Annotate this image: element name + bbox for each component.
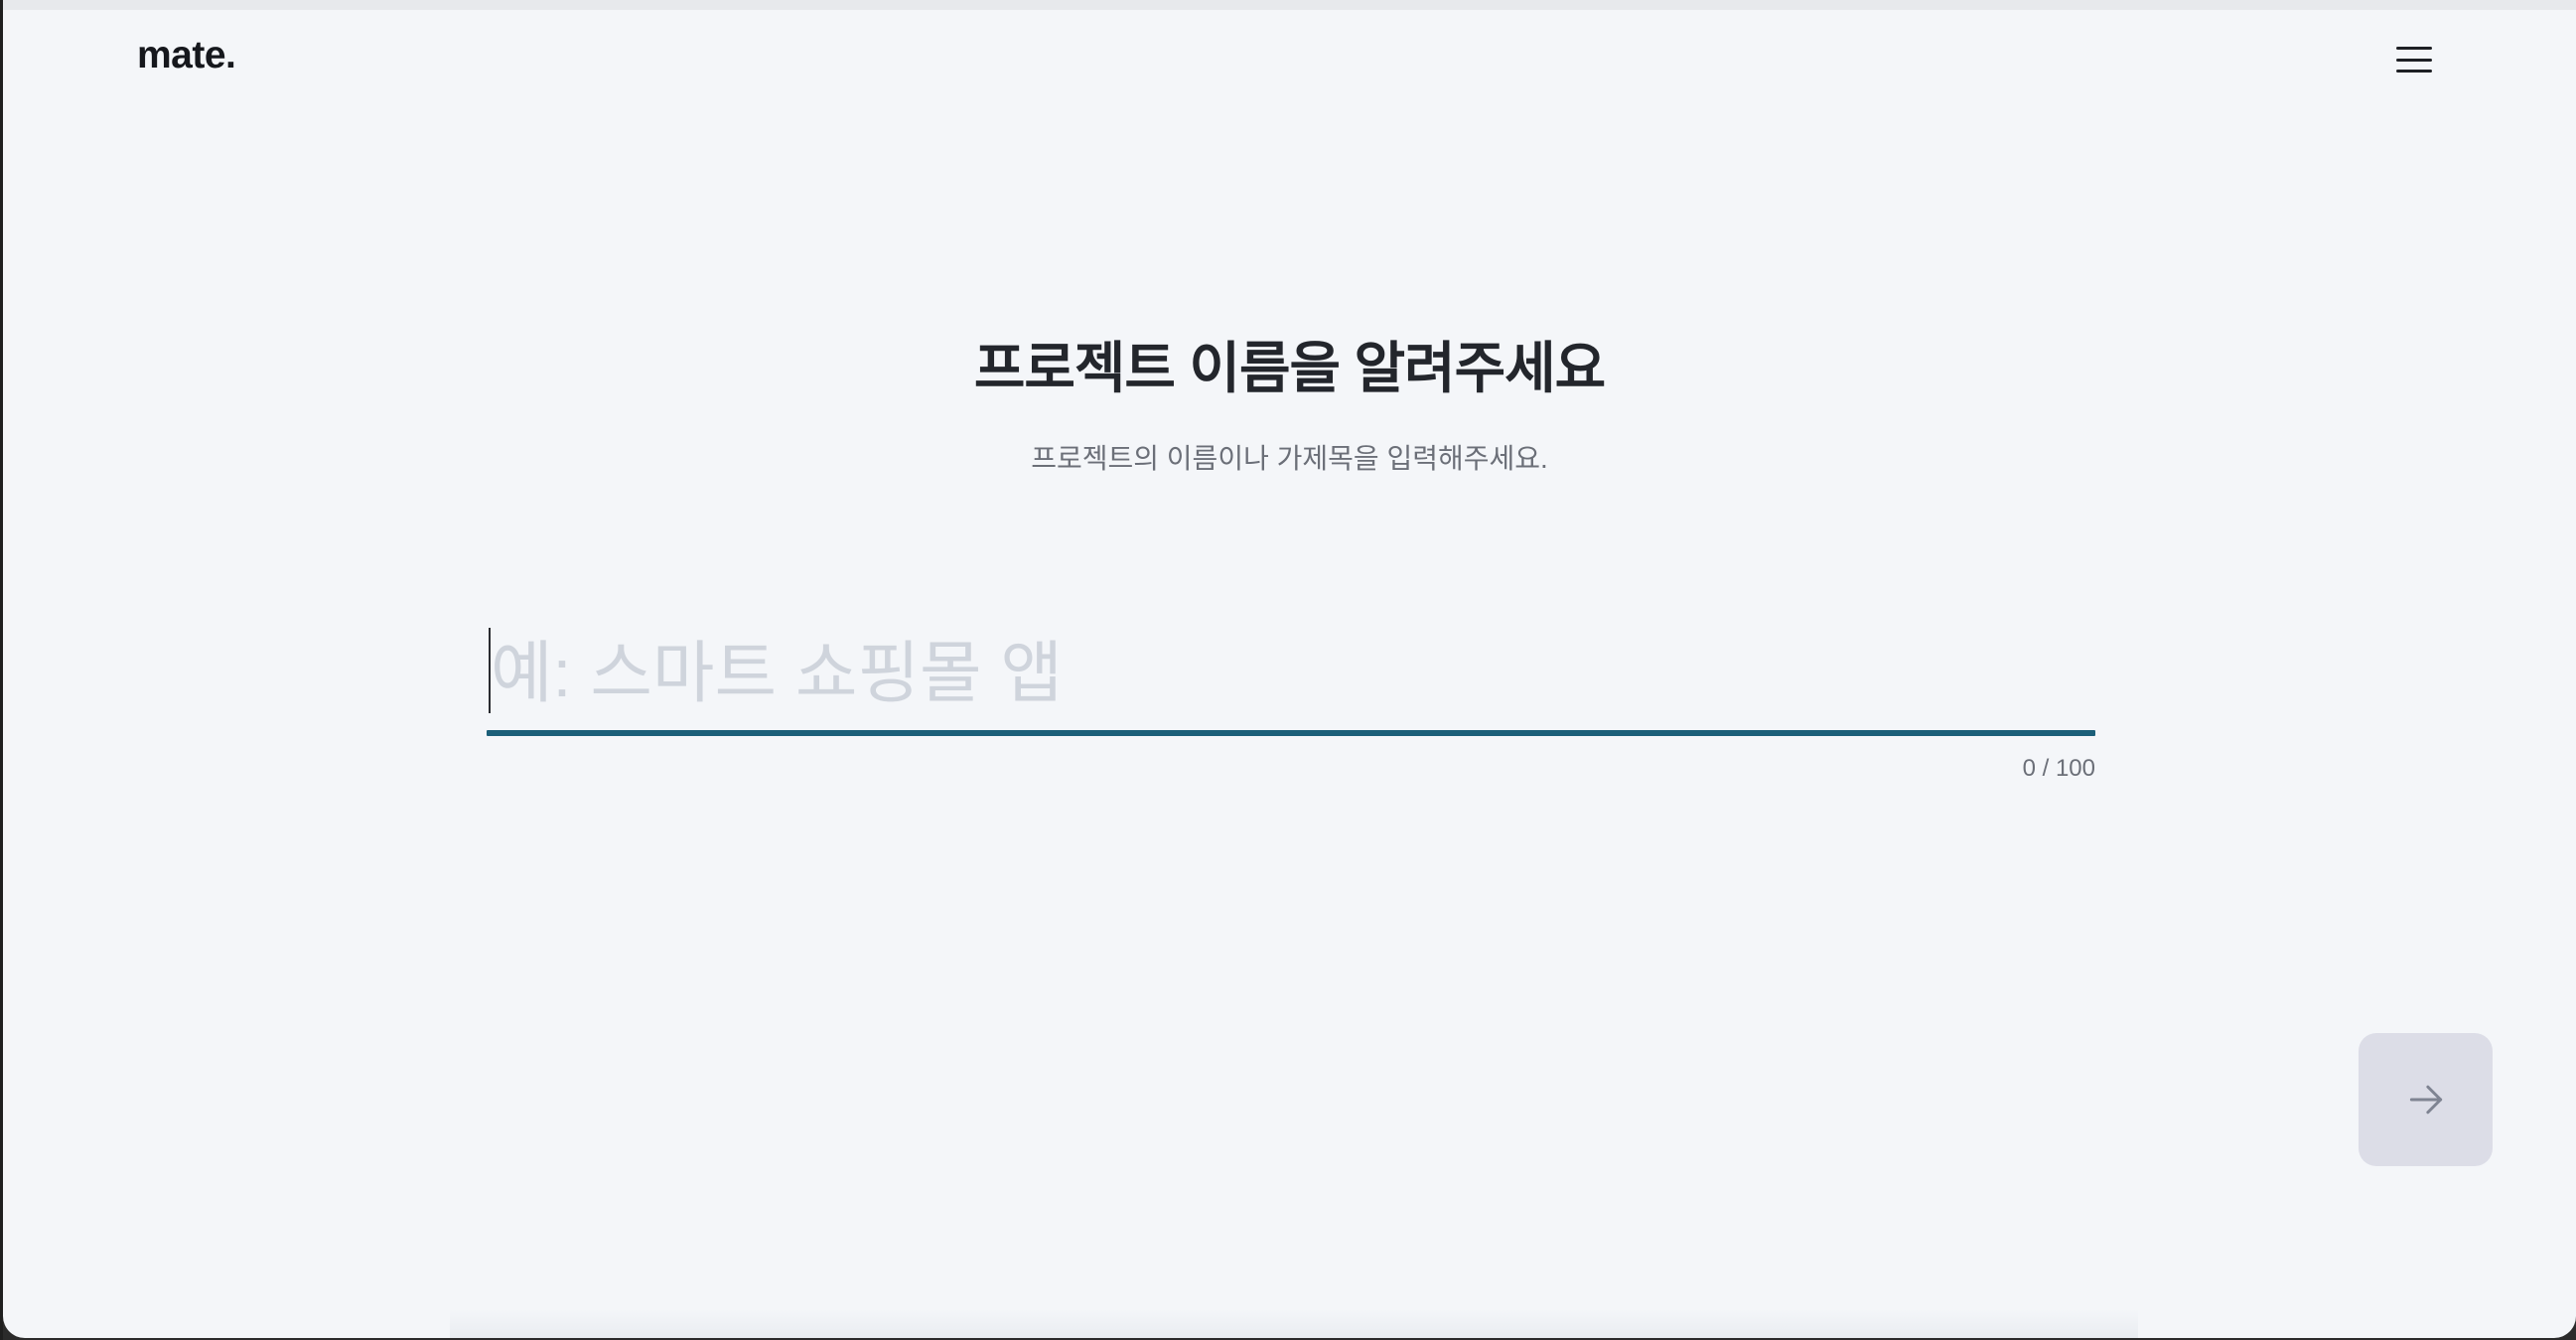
page-subtitle: 프로젝트의 이름이나 가제목을 입력해주세요. (1031, 443, 1548, 474)
text-caret (489, 628, 491, 713)
input-underline (487, 730, 2095, 736)
top-strip (3, 0, 2576, 10)
bottom-shadow (450, 1309, 2138, 1338)
next-button[interactable] (2359, 1033, 2493, 1166)
char-counter: 0 / 100 (2022, 755, 2095, 782)
logo[interactable]: mate. (137, 34, 236, 77)
menu-button[interactable] (2384, 36, 2444, 83)
hamburger-menu-icon (2396, 47, 2432, 73)
project-name-input[interactable] (487, 618, 2095, 729)
arrow-right-icon (2409, 1085, 2442, 1115)
page-title: 프로젝트 이름을 알려주세요 (973, 337, 1606, 399)
app-window: mate. 프로젝트 이름을 알려주세요 프로젝트의 이름이나 가제목을 입력해… (3, 0, 2576, 1338)
project-name-field (487, 618, 2095, 739)
